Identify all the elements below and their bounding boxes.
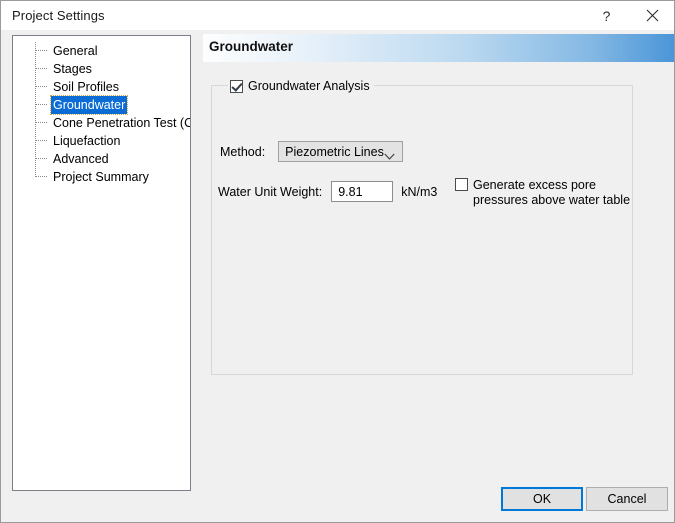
project-settings-dialog: Project Settings ? xyxy=(0,0,675,523)
dialog-body: General Stages Soil Profiles Groundwater… xyxy=(1,30,674,521)
tree-item-advanced[interactable]: Advanced xyxy=(13,150,190,168)
settings-content-pane: Groundwater Groundwater Analysis Method:… xyxy=(203,30,674,521)
groundwater-analysis-group: Groundwater Analysis Method: Piezometric… xyxy=(211,85,633,375)
tree-item-label: Advanced xyxy=(51,150,111,168)
water-unit-weight-label: Water Unit Weight: xyxy=(218,185,322,199)
ok-button[interactable]: OK xyxy=(501,487,583,511)
checkbox-icon[interactable] xyxy=(455,178,468,191)
cancel-button[interactable]: Cancel xyxy=(586,487,668,511)
water-unit-weight-value: 9.81 xyxy=(338,185,362,199)
settings-tree-panel[interactable]: General Stages Soil Profiles Groundwater… xyxy=(12,35,191,491)
tree-item-liquefaction[interactable]: Liquefaction xyxy=(13,132,190,150)
tree-item-label: Soil Profiles xyxy=(51,78,121,96)
help-button[interactable]: ? xyxy=(584,1,629,30)
method-select[interactable]: Piezometric Lines xyxy=(278,141,403,162)
close-icon xyxy=(646,9,659,22)
tree-item-stages[interactable]: Stages xyxy=(13,60,190,78)
tree-item-project-summary[interactable]: Project Summary xyxy=(13,168,190,186)
tree-item-label: Project Summary xyxy=(51,168,151,186)
excess-pore-pressure-label: Generate excess pore pressures above wat… xyxy=(473,178,630,208)
method-row: Method: Piezometric Lines xyxy=(220,141,403,162)
groundwater-analysis-checkbox[interactable]: Groundwater Analysis xyxy=(228,77,374,95)
page-title: Groundwater xyxy=(209,39,293,54)
tree-item-general[interactable]: General xyxy=(13,42,190,60)
method-selected-value: Piezometric Lines xyxy=(285,145,384,159)
window-title: Project Settings xyxy=(12,8,105,23)
tree-item-soil-profiles[interactable]: Soil Profiles xyxy=(13,78,190,96)
tree-item-label: Liquefaction xyxy=(51,132,122,150)
title-bar: Project Settings ? xyxy=(1,0,675,30)
checkbox-icon[interactable] xyxy=(230,80,243,93)
tree-item-label: General xyxy=(51,42,99,60)
section-header: Groundwater xyxy=(203,34,674,62)
water-unit-weight-unit: kN/m3 xyxy=(401,185,437,199)
close-button[interactable] xyxy=(630,1,675,30)
water-unit-weight-input[interactable]: 9.81 xyxy=(331,181,393,202)
tree-item-groundwater[interactable]: Groundwater xyxy=(13,96,190,114)
excess-pore-pressure-checkbox[interactable]: Generate excess pore pressures above wat… xyxy=(455,178,630,208)
tree-item-label: Cone Penetration Test (CPT) xyxy=(51,114,191,132)
tree-item-cone-penetration-test[interactable]: Cone Penetration Test (CPT) xyxy=(13,114,190,132)
excess-pore-pressure-label-line2: pressures above water table xyxy=(473,193,630,207)
question-mark-icon: ? xyxy=(603,9,611,23)
chevron-down-icon xyxy=(384,148,395,166)
tree-item-label: Groundwater xyxy=(51,96,127,114)
method-label: Method: xyxy=(220,145,265,159)
tree-item-label: Stages xyxy=(51,60,94,78)
water-unit-weight-row: Water Unit Weight: 9.81 kN/m3 xyxy=(218,181,437,202)
groundwater-analysis-label: Groundwater Analysis xyxy=(248,79,370,93)
excess-pore-pressure-label-line1: Generate excess pore xyxy=(473,178,596,192)
settings-tree: General Stages Soil Profiles Groundwater… xyxy=(13,36,190,186)
